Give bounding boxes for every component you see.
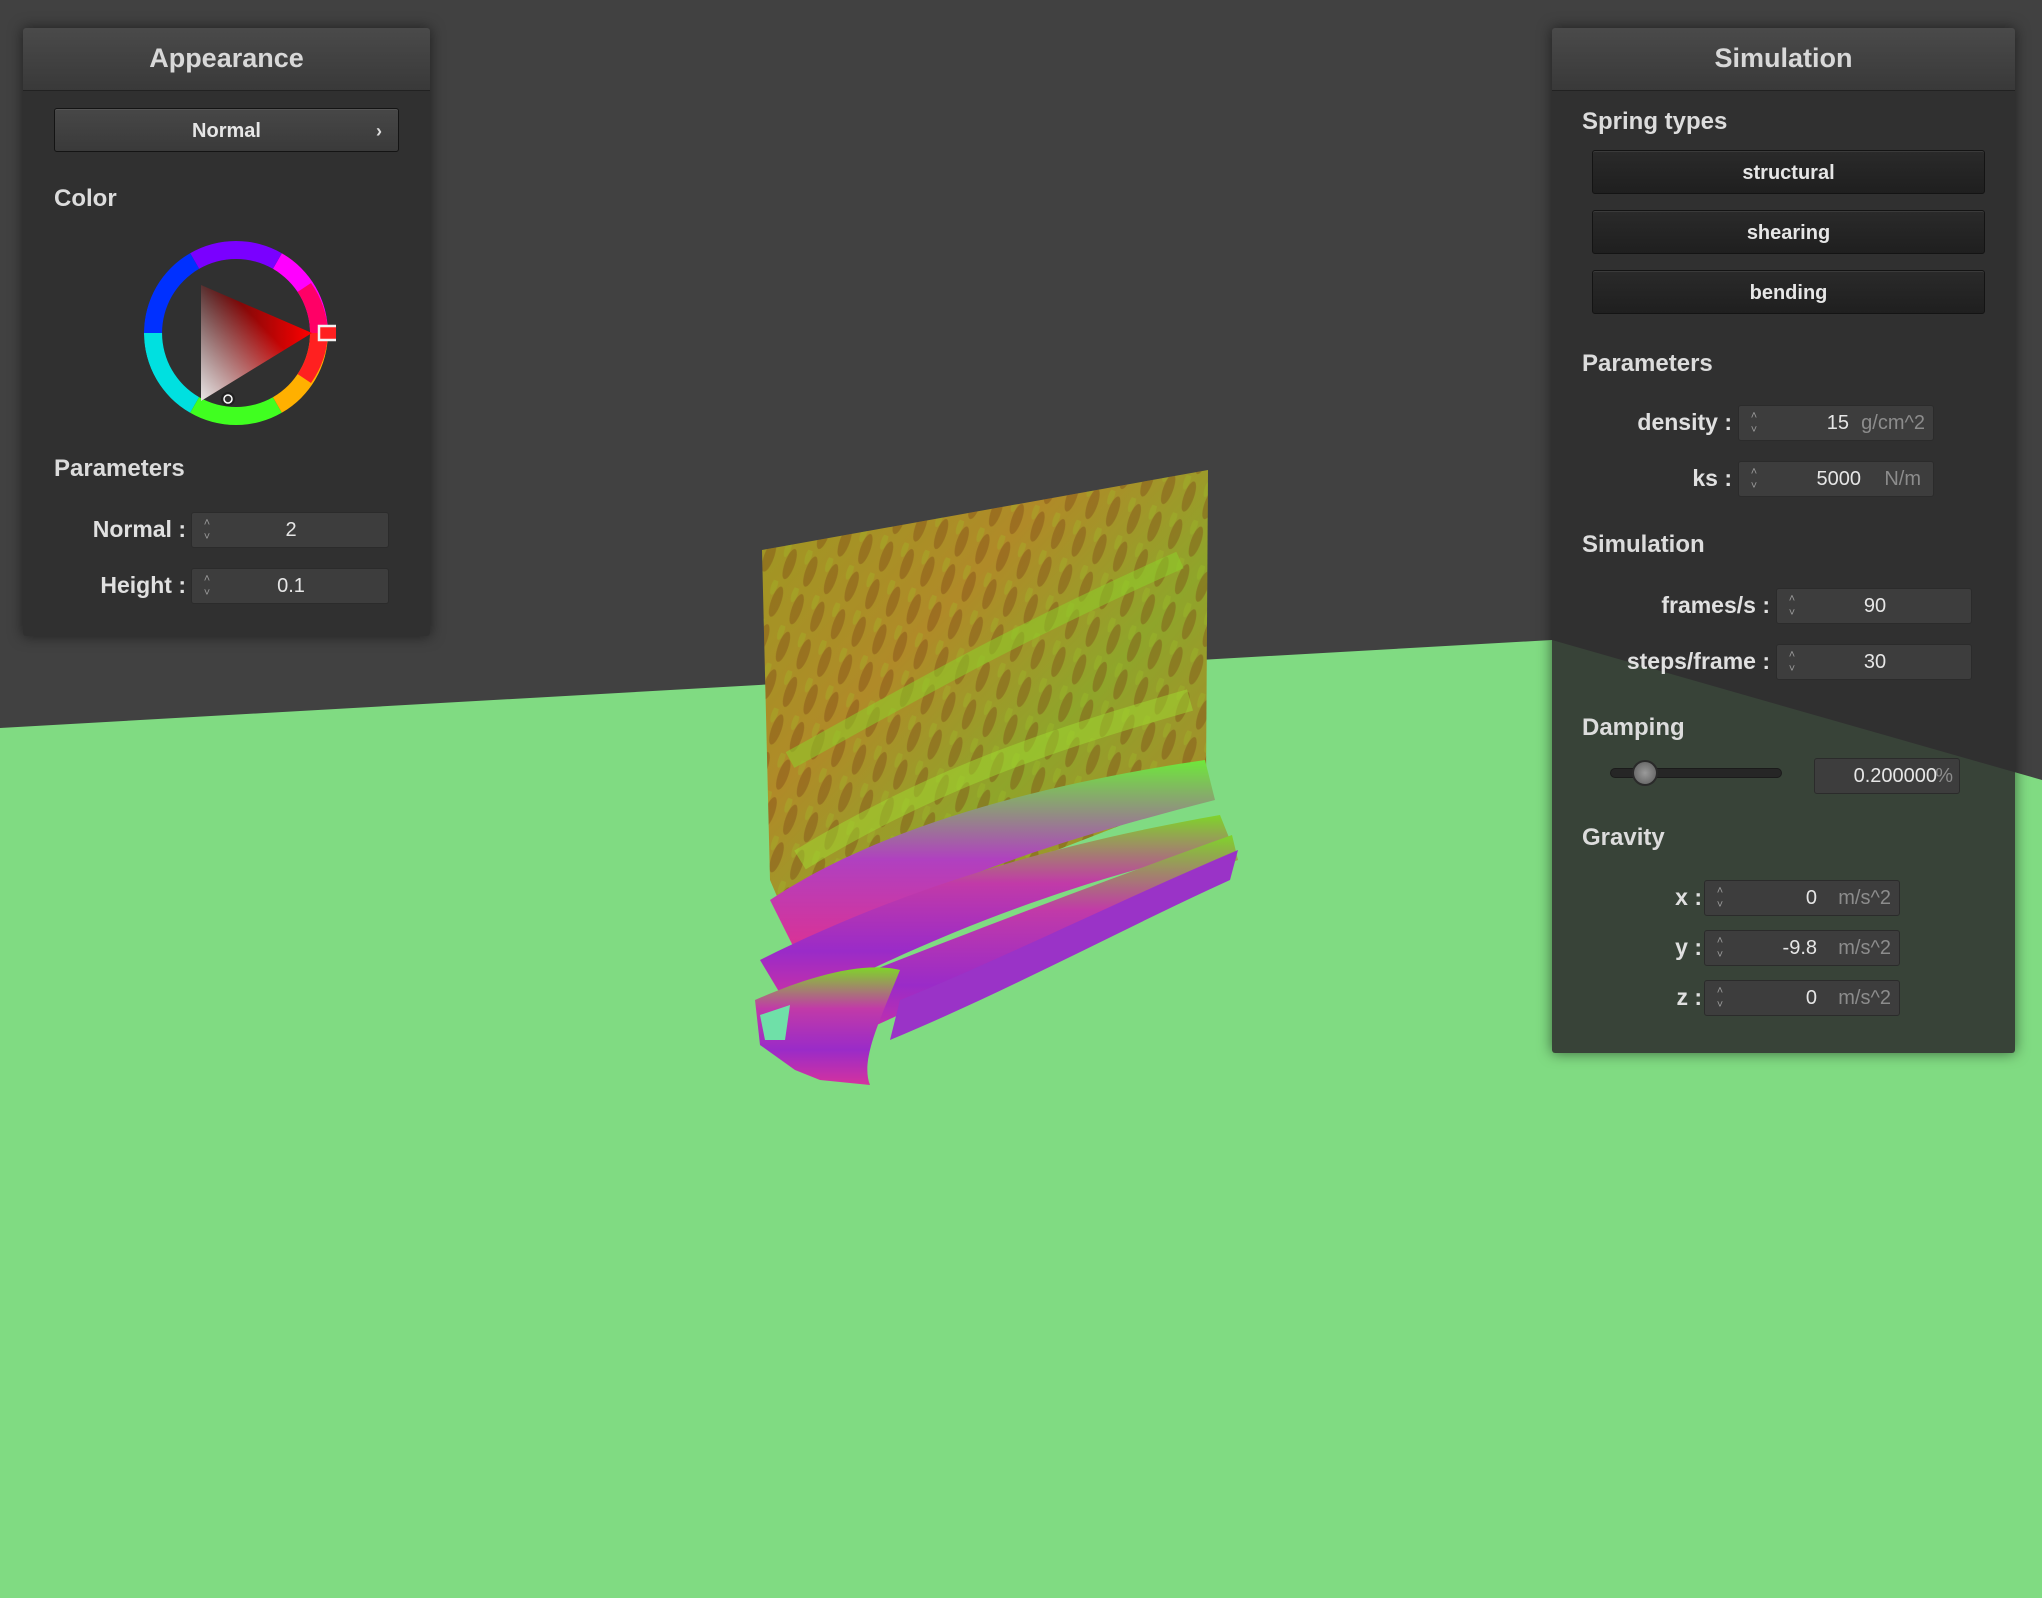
- height-input[interactable]: ˄ ˅ 0.1: [191, 568, 389, 604]
- shader-select[interactable]: Normal ›: [54, 108, 399, 152]
- density-label: density :: [1637, 409, 1732, 435]
- bending-button[interactable]: bending: [1592, 270, 1985, 314]
- shearing-button[interactable]: shearing: [1592, 210, 1985, 254]
- color-wheel[interactable]: [136, 233, 336, 433]
- gravity-z-input[interactable]: ˄ ˅ 0 m/s^2: [1704, 980, 1900, 1016]
- density-unit: g/cm^2: [1861, 412, 1925, 434]
- density-input[interactable]: ˄ ˅ 15 g/cm^2: [1738, 405, 1934, 441]
- fps-label: frames/s :: [1661, 592, 1770, 618]
- spinner-icon[interactable]: ˄ ˅: [1749, 465, 1759, 493]
- gravity-z-value: 0: [1805, 987, 1817, 1009]
- hue-handle[interactable]: [317, 324, 336, 342]
- height-value: 0.1: [277, 575, 305, 597]
- steps-input[interactable]: ˄ ˅ 30: [1776, 644, 1972, 680]
- damping-label: Damping: [1582, 714, 1685, 741]
- damping-input[interactable]: 0.200000 %: [1814, 758, 1960, 794]
- gravity-x-value: 0: [1805, 887, 1817, 909]
- damping-value: 0.200000: [1853, 765, 1937, 787]
- gravity-y-value: -9.8: [1782, 937, 1817, 959]
- sim-params-label: Parameters: [1582, 350, 1713, 377]
- spinner-icon[interactable]: ˄ ˅: [1715, 984, 1725, 1012]
- gravity-x-unit: m/s^2: [1838, 887, 1891, 909]
- gravity-z-unit: m/s^2: [1838, 987, 1891, 1009]
- spinner-icon[interactable]: ˄ ˅: [1715, 884, 1725, 912]
- normal-label: Normal :: [92, 516, 186, 542]
- spring-types-label: Spring types: [1582, 108, 1728, 135]
- appearance-title: Appearance: [23, 28, 430, 91]
- density-value: 15: [1826, 412, 1849, 434]
- normal-value: 2: [285, 519, 297, 541]
- fps-value: 90: [1863, 595, 1887, 617]
- damping-unit: %: [1935, 765, 1953, 787]
- gravity-y-label: y :: [1675, 934, 1702, 960]
- ks-input[interactable]: ˄ ˅ 5000 N/m: [1738, 461, 1934, 497]
- steps-value: 30: [1863, 651, 1887, 673]
- steps-label: steps/frame :: [1626, 648, 1770, 674]
- shader-select-label: Normal: [192, 120, 261, 142]
- height-label: Height :: [100, 572, 186, 598]
- ks-unit: N/m: [1884, 468, 1921, 490]
- ks-value: 5000: [1816, 468, 1862, 490]
- simulation-title: Simulation: [1552, 28, 2015, 91]
- ks-label: ks :: [1692, 465, 1732, 491]
- gravity-z-label: z :: [1676, 984, 1702, 1010]
- simulation-panel: Simulation Spring types structural shear…: [1552, 28, 2015, 1053]
- gravity-label: Gravity: [1582, 824, 1665, 851]
- damping-slider-knob[interactable]: [1632, 760, 1658, 786]
- fps-input[interactable]: ˄ ˅ 90: [1776, 588, 1972, 624]
- sim-simulation-label: Simulation: [1582, 531, 1705, 558]
- structural-button[interactable]: structural: [1592, 150, 1985, 194]
- normal-input[interactable]: ˄ ˅ 2: [191, 512, 389, 548]
- spinner-icon[interactable]: ˄ ˅: [1715, 934, 1725, 962]
- gravity-x-label: x :: [1675, 884, 1702, 910]
- appearance-panel: Appearance Normal › Color Parameters Nor…: [23, 28, 430, 636]
- gravity-x-input[interactable]: ˄ ˅ 0 m/s^2: [1704, 880, 1900, 916]
- appearance-params-label: Parameters: [54, 455, 185, 482]
- chevron-right-icon: ›: [376, 121, 382, 141]
- gravity-y-input[interactable]: ˄ ˅ -9.8 m/s^2: [1704, 930, 1900, 966]
- spinner-icon[interactable]: ˄ ˅: [1749, 409, 1759, 437]
- gravity-y-unit: m/s^2: [1838, 937, 1891, 959]
- color-section-label: Color: [54, 185, 117, 212]
